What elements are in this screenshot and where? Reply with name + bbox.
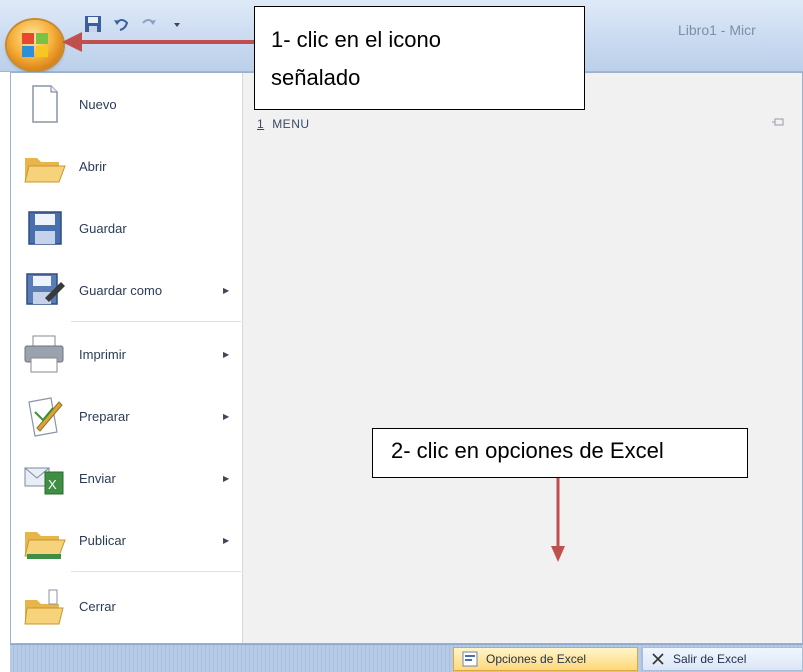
arrow-to-office-button <box>62 32 254 52</box>
arrow-to-options-button <box>551 478 565 562</box>
annotation-arrows <box>62 32 565 562</box>
